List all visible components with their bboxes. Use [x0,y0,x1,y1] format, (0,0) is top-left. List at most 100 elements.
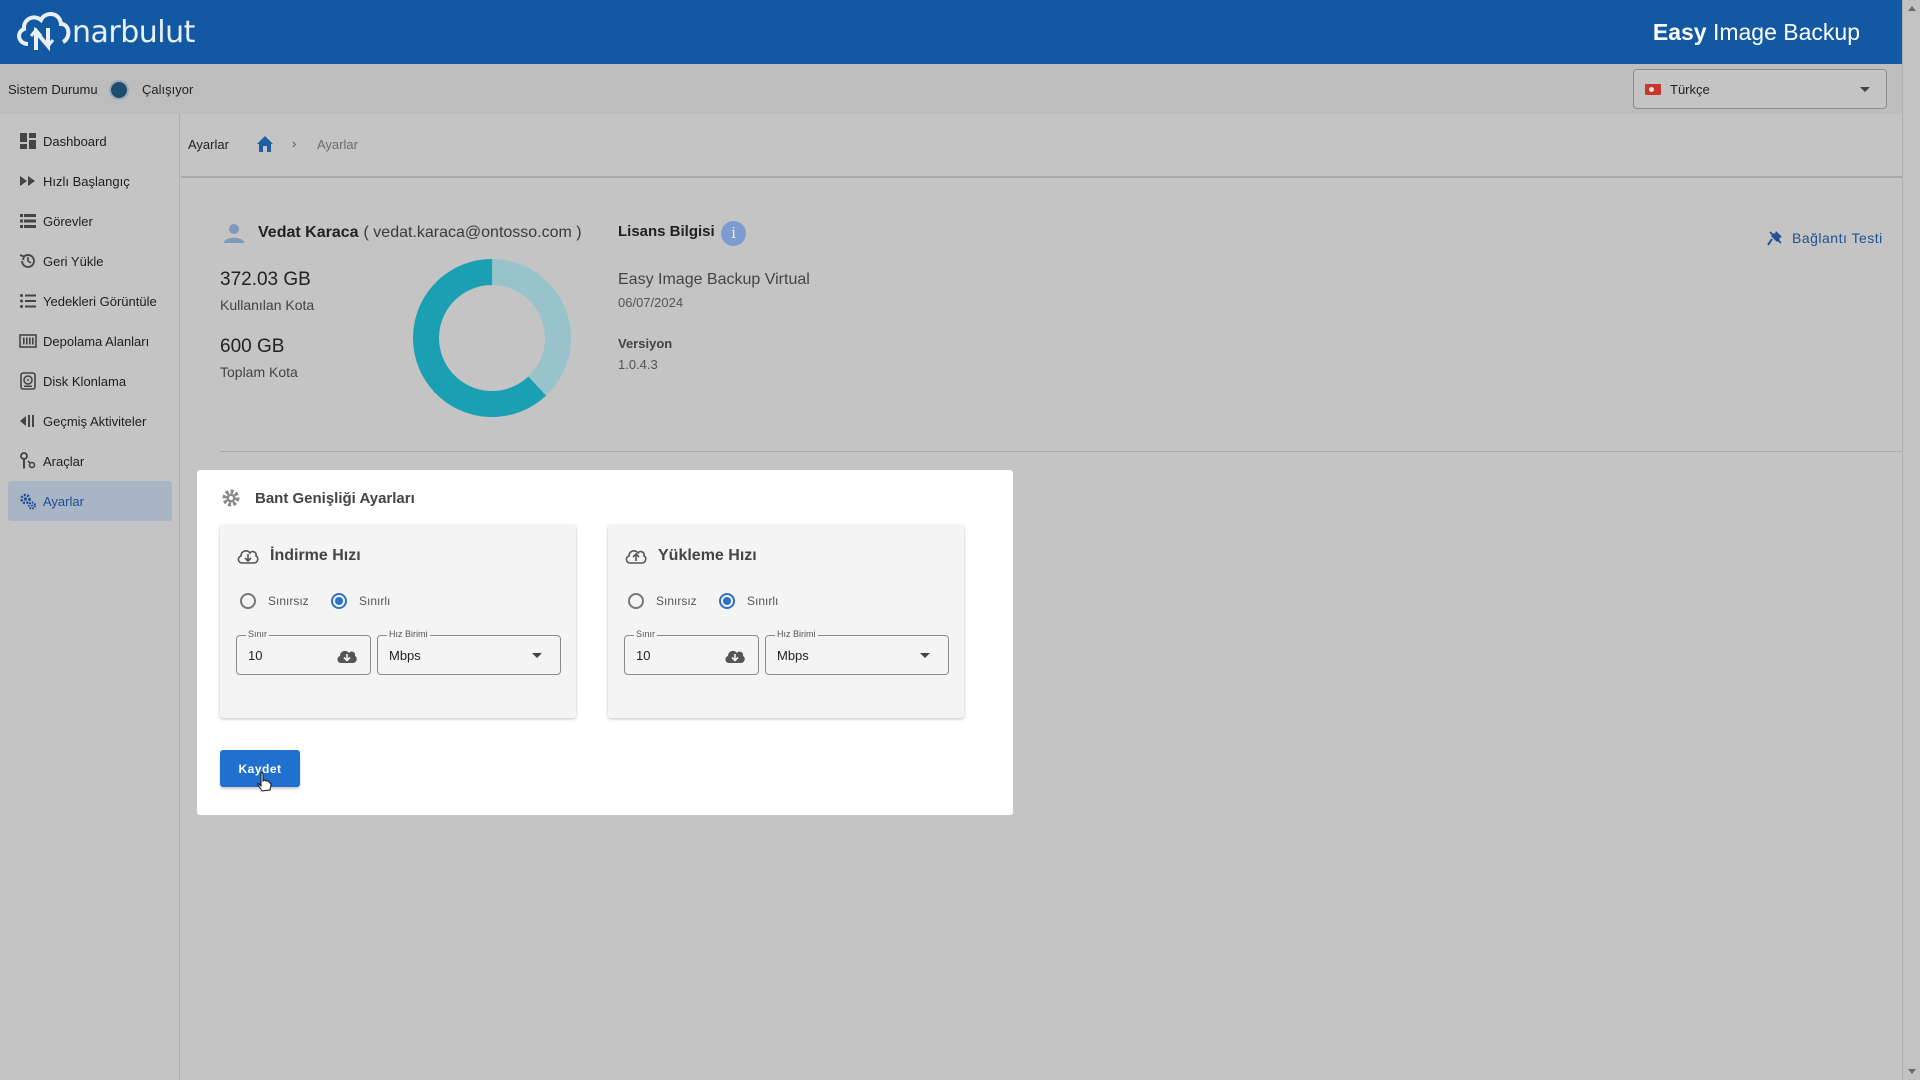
list-bullets-icon [18,291,38,311]
upload-unit-select[interactable]: Hız Birimi Mbps [765,629,949,675]
settings-gears-icon [18,491,38,511]
connection-test-label: Bağlantı Testi [1792,230,1883,246]
list-icon [18,211,38,231]
gear-icon [222,489,240,507]
cloud-download-icon [237,550,259,564]
version-label: Versiyon [618,336,673,351]
upload-title: Yükleme Hızı [658,547,757,564]
total-quota-label: Toplam Kota [220,364,298,380]
app-title: Easy Image Backup [1653,19,1860,46]
fast-forward-icon [18,171,38,191]
status-bar: Sistem Durumu Çalışıyor Türkçe [0,64,1902,114]
radio-label: Sınırsız [656,594,697,608]
sidebar-item-label: Görevler [43,213,93,229]
sidebar-item-label: Yedekleri Görüntüle [43,293,157,309]
app-header: narbulut Easy Image Backup [0,0,1902,64]
sidebar-item-label: Geri Yükle [43,253,104,269]
system-status-label: Sistem Durumu [8,82,98,97]
license-date: 06/07/2024 [618,295,684,310]
scroll-down-icon[interactable] [1908,1069,1916,1074]
download-limited-radio[interactable]: Sınırlı [331,593,390,609]
hand-cursor-icon [257,772,272,792]
logo-text: narbulut [72,14,195,50]
disk-icon [18,371,38,391]
field-value: 10 [248,648,263,663]
download-icon [337,650,357,663]
used-quota-label: Kullanılan Kota [220,297,315,313]
scroll-up-icon[interactable] [1908,6,1916,11]
sidebar-item-tasks[interactable]: Görevler [8,201,172,241]
home-icon[interactable] [255,134,275,154]
sidebar: Dashboard Hızlı Başlangıç Görevler Geri … [0,114,180,1080]
user-icon [224,224,244,243]
radio-unchecked-icon [240,593,256,609]
sidebar-item-settings[interactable]: Ayarlar [8,481,172,521]
license-title: Lisans Bilgisi [618,223,715,240]
total-quota-value: 600 GB [220,336,285,357]
sidebar-item-label: Depolama Alanları [43,333,150,349]
quota-donut-chart [413,259,571,417]
cloud-logo-icon [17,12,71,52]
sidebar-item-dashboard[interactable]: Dashboard [8,121,172,161]
radio-checked-icon [719,593,735,609]
sidebar-item-quick-start[interactable]: Hızlı Başlangıç [8,161,172,201]
radio-label: Sınırsız [268,594,309,608]
user-email: ( vedat.karaca@ontosso.com ) [363,224,582,241]
sidebar-item-label: Dashboard [43,133,107,149]
sidebar-item-label: Disk Klonlama [43,373,127,389]
restore-icon [18,251,38,271]
page-scrollbar[interactable] [1902,0,1920,1080]
app-title-bold: Easy [1652,19,1707,45]
sidebar-item-storage[interactable]: Depolama Alanları [8,321,172,361]
radio-checked-icon [331,593,347,609]
radio-unchecked-icon [628,593,644,609]
breadcrumb-separator: › [292,136,297,151]
field-label: Sınır [634,629,658,639]
field-value: Mbps [777,648,809,663]
cloud-upload-icon [625,550,647,564]
sidebar-item-disk-clone[interactable]: Disk Klonlama [8,361,172,401]
radio-label: Sınırlı [747,594,779,608]
download-panel-header: İndirme Hızı [236,544,361,568]
upload-panel-header: Yükleme Hızı [624,544,757,568]
tools-icon [18,451,38,471]
version-value: 1.0.4.3 [618,357,658,372]
used-quota-value: 372.03 GB [220,269,311,290]
sidebar-item-label: Araçlar [43,453,85,469]
language-select[interactable]: Türkçe [1633,69,1887,109]
download-unit-select[interactable]: Hız Birimi Mbps [377,629,561,675]
language-selected: Türkçe [1670,82,1710,97]
sidebar-item-history[interactable]: Geçmiş Aktiviteler [8,401,172,441]
download-limit-input[interactable]: Sınır 10 [236,629,371,675]
sidebar-item-view-backups[interactable]: Yedekleri Görüntüle [8,281,172,321]
license-product: Easy Image Backup Virtual [618,271,810,288]
connection-test-button[interactable]: Bağlantı Testi [1766,229,1883,247]
info-icon[interactable]: i [721,221,746,246]
upload-speed-panel: Yükleme Hızı Sınırsız Sınırlı Sınır 10 H… [608,525,964,718]
bandwidth-settings-card: Bant Genişliği Ayarları İndirme Hızı Sın… [197,470,1013,815]
narbulut-logo[interactable]: narbulut [14,8,195,56]
upload-unlimited-radio[interactable]: Sınırsız [628,593,697,609]
storage-icon [18,331,38,351]
field-value: 10 [636,648,651,663]
card-header: Bant Genişliği Ayarları [221,488,415,508]
sidebar-item-restore[interactable]: Geri Yükle [8,241,172,281]
caret-down-icon [532,653,542,658]
sidebar-item-label: Hızlı Başlangıç [43,173,130,189]
breadcrumb-current: Ayarlar [317,137,358,152]
sidebar-item-label: Geçmiş Aktiviteler [43,413,147,429]
field-label: Hız Birimi [387,629,430,639]
download-unlimited-radio[interactable]: Sınırsız [240,593,309,609]
field-label: Sınır [246,629,270,639]
breadcrumb: Ayarlar › Ayarlar [181,114,1902,178]
field-label: Hız Birimi [775,629,818,639]
user-name: Vedat Karaca [258,224,359,241]
section-divider [220,451,1902,452]
card-title: Bant Genişliği Ayarları [255,489,415,507]
upload-limit-input[interactable]: Sınır 10 [624,629,759,675]
caret-down-icon [920,653,930,658]
system-status-value: Çalışıyor [142,82,194,97]
status-indicator-icon [111,82,127,98]
upload-limited-radio[interactable]: Sınırlı [719,593,778,609]
sidebar-item-tools[interactable]: Araçlar [8,441,172,481]
